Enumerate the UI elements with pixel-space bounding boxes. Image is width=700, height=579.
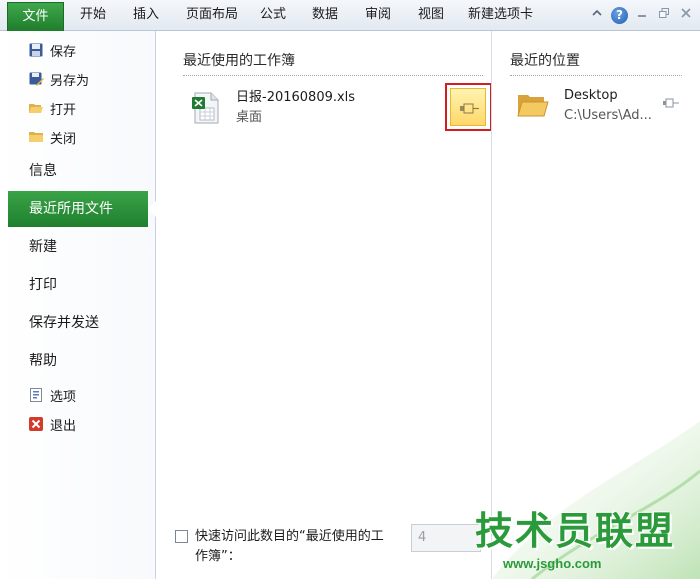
nav-tab-new[interactable]: 新建 bbox=[29, 237, 57, 257]
recent-workbooks-title: 最近使用的工作簿 bbox=[183, 53, 295, 69]
help-icon[interactable]: ? bbox=[611, 6, 628, 24]
chevron-up-icon[interactable] bbox=[589, 7, 605, 23]
quick-access-checkbox[interactable] bbox=[175, 530, 188, 543]
close-icon[interactable] bbox=[678, 7, 694, 23]
excel-file-icon bbox=[192, 92, 220, 124]
nav-tab-save-send[interactable]: 保存并发送 bbox=[29, 313, 99, 333]
tab-page-layout[interactable]: 页面布局 bbox=[186, 6, 238, 24]
tab-file[interactable]: 文件 bbox=[7, 2, 64, 31]
nav-open[interactable]: 打开 bbox=[28, 98, 76, 118]
tab-view[interactable]: 视图 bbox=[418, 6, 444, 24]
nav-options[interactable]: 选项 bbox=[28, 385, 76, 405]
place-pin-icon[interactable] bbox=[663, 97, 679, 108]
quick-access-label: 快速访问此数目的“最近使用的工作簿”： bbox=[195, 529, 384, 564]
tab-insert[interactable]: 插入 bbox=[133, 6, 159, 24]
minimize-icon[interactable] bbox=[634, 7, 650, 23]
nav-save[interactable]: 保存 bbox=[28, 40, 76, 60]
restore-icon[interactable] bbox=[656, 7, 672, 23]
tab-data[interactable]: 数据 bbox=[312, 6, 338, 24]
pin-highlight-box bbox=[445, 83, 492, 131]
pin-button[interactable] bbox=[450, 88, 486, 126]
recent-place-path: C:\Users\Ad... bbox=[564, 108, 652, 123]
tab-new-custom[interactable]: 新建选项卡 bbox=[468, 6, 533, 24]
recent-workbook-name: 日报-20160809.xls bbox=[236, 90, 356, 105]
nav-save-as[interactable]: 另存为 bbox=[28, 69, 89, 89]
options-icon bbox=[28, 387, 44, 403]
recent-place-name: Desktop bbox=[564, 88, 618, 103]
watermark-url: www.jsgho.com bbox=[503, 556, 602, 571]
open-folder-icon bbox=[28, 100, 44, 116]
nav-tab-help[interactable]: 帮助 bbox=[29, 351, 57, 371]
nav-exit-label: 退出 bbox=[50, 418, 77, 434]
ribbon-tab-bar: 文件 开始 插入 页面布局 公式 数据 审阅 视图 新建选项卡 ? bbox=[0, 0, 700, 31]
quick-access-count-input[interactable]: 4 bbox=[411, 524, 481, 552]
tab-formulas[interactable]: 公式 bbox=[260, 6, 286, 24]
nav-tab-print[interactable]: 打印 bbox=[29, 275, 57, 295]
nav-tab-recent[interactable]: 最近所用文件 bbox=[8, 191, 156, 227]
close-folder-icon bbox=[28, 129, 44, 145]
pin-icon bbox=[460, 103, 479, 114]
backstage-nav: 保存 另存为 打开 关闭 信息 最近所用文件 新建 打印 保存并发送 帮助 选项… bbox=[0, 31, 156, 579]
nav-open-label: 打开 bbox=[50, 102, 77, 118]
tab-review[interactable]: 审阅 bbox=[365, 6, 391, 24]
tab-home[interactable]: 开始 bbox=[80, 6, 106, 24]
recent-workbook-path: 桌面 bbox=[236, 110, 263, 125]
window-controls: ? bbox=[589, 6, 694, 24]
recent-places-title: 最近的位置 bbox=[510, 53, 580, 69]
nav-options-label: 选项 bbox=[50, 389, 77, 405]
nav-close[interactable]: 关闭 bbox=[28, 127, 76, 147]
recent-workbooks-divider bbox=[183, 75, 483, 76]
nav-tab-info[interactable]: 信息 bbox=[29, 161, 57, 181]
exit-icon bbox=[28, 416, 44, 432]
recent-files-panel: 最近使用的工作簿 日报-20160809.xls 桌面 最近的位置 Deskto… bbox=[157, 31, 700, 579]
open-folder-icon bbox=[517, 91, 549, 119]
nav-exit[interactable]: 退出 bbox=[28, 414, 76, 434]
site-watermark: 技术员联盟 www.jsgho.com bbox=[475, 509, 700, 579]
save-as-icon bbox=[28, 71, 44, 87]
watermark-logo-text: 技术员联盟 bbox=[475, 509, 676, 553]
column-divider bbox=[491, 31, 492, 579]
nav-tab-recent-label: 最近所用文件 bbox=[29, 201, 113, 217]
recent-places-divider bbox=[510, 75, 682, 76]
save-icon bbox=[28, 42, 44, 58]
nav-close-label: 关闭 bbox=[50, 131, 77, 147]
nav-save-label: 保存 bbox=[50, 44, 77, 60]
nav-save-as-label: 另存为 bbox=[50, 73, 90, 89]
